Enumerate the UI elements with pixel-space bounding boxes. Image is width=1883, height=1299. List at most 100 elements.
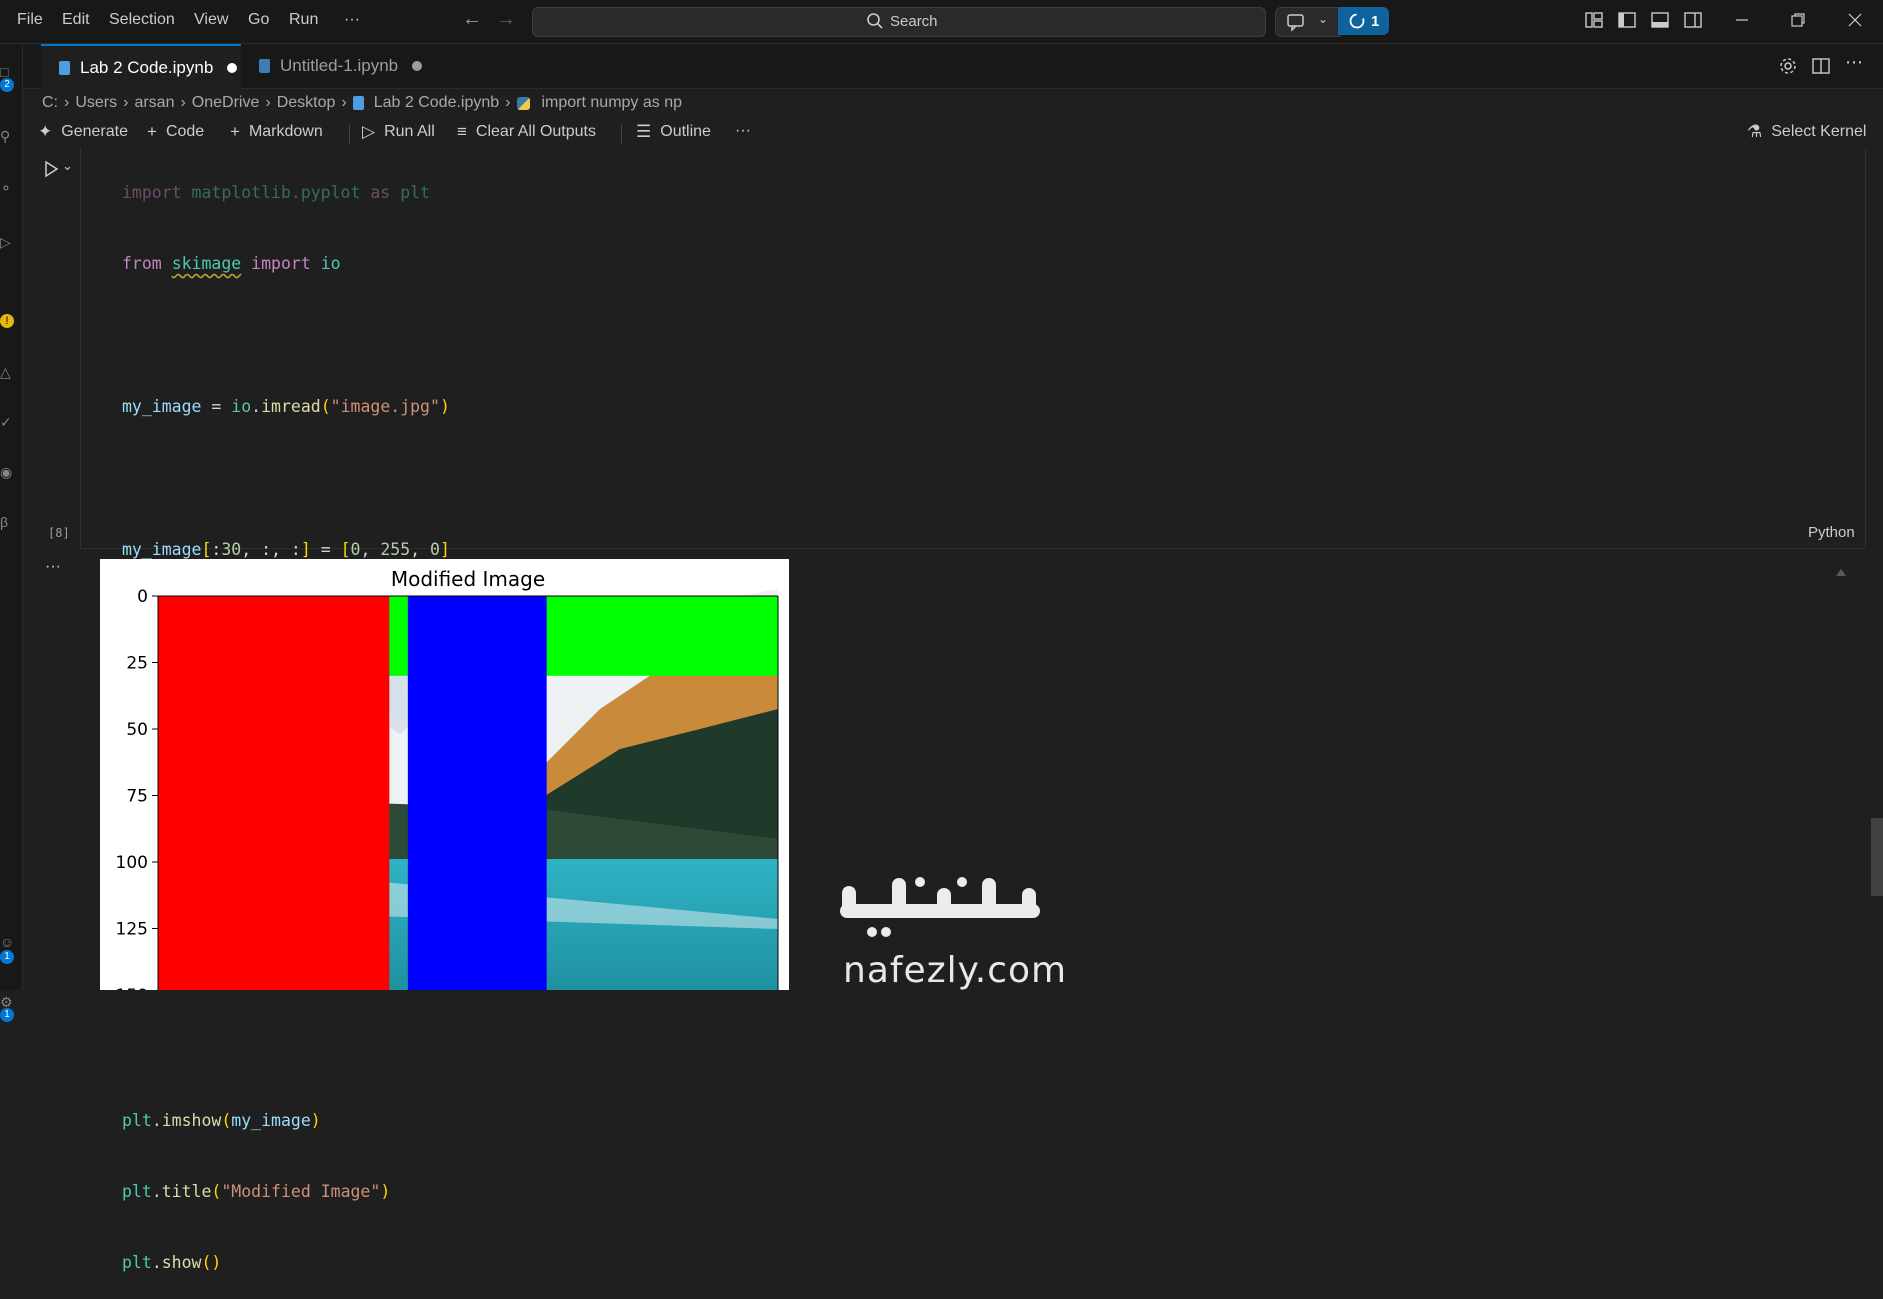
watermark-logo [832, 874, 1052, 949]
plus-icon: + [230, 122, 240, 141]
run-cell-button[interactable]: ⌄ [40, 158, 73, 182]
select-kernel-label: Select Kernel [1771, 123, 1867, 140]
toolbar-more-button[interactable]: ··· [735, 122, 751, 140]
editor-tab-bar: Lab 2 Code.ipynb Untitled-1.ipynb ⋯ [23, 44, 1883, 90]
menu-run[interactable]: Run [289, 11, 318, 29]
warning-icon[interactable]: ! [0, 314, 14, 328]
red-band [158, 596, 390, 990]
toggle-primary-sidebar-icon[interactable] [1617, 10, 1637, 30]
clear-all-icon: ≡ [457, 122, 467, 141]
breadcrumb-drive[interactable]: C: [42, 94, 58, 112]
breadcrumb: C: › Users › arsan › OneDrive › Desktop … [42, 91, 682, 115]
run-debug-icon[interactable]: ▷ [0, 234, 11, 251]
add-code-cell-button[interactable]: + Code [147, 122, 204, 142]
minimize-icon[interactable] [1732, 10, 1752, 30]
copilot-button[interactable]: ⌄ [1275, 7, 1340, 37]
image-area [158, 589, 778, 990]
breadcrumb-onedrive[interactable]: OneDrive [192, 94, 260, 112]
sparkle-icon: ✦ [38, 122, 53, 141]
breadcrumb-arsan[interactable]: arsan [134, 94, 174, 112]
cell-language-label[interactable]: Python [1808, 524, 1855, 541]
tab-lab-2-code[interactable]: Lab 2 Code.ipynb [41, 44, 241, 90]
clear-all-outputs-button[interactable]: ≡ Clear All Outputs [457, 122, 596, 142]
remote-icon[interactable]: ◉ [0, 464, 12, 481]
chevron-right-icon: › [180, 94, 186, 111]
code-label: Code [165, 123, 205, 140]
testing-icon[interactable]: △ [0, 364, 11, 381]
output-menu-button[interactable]: ··· [45, 558, 61, 576]
breadcrumb-cell[interactable]: import numpy as np [542, 94, 683, 112]
python-icon [516, 96, 530, 110]
clear-outputs-label: Clear All Outputs [475, 123, 596, 140]
outline-button[interactable]: ☰ Outline [636, 122, 711, 142]
tab-untitled-1[interactable]: Untitled-1.ipynb [241, 44, 459, 88]
watermark-text: nafezly.com [843, 950, 1068, 991]
output-figure: 0255075100125150175Modified Image [100, 559, 789, 990]
menu-go[interactable]: Go [248, 11, 269, 29]
notebook-file-icon [259, 59, 270, 73]
chevron-down-icon[interactable]: ⌄ [62, 158, 73, 174]
chevron-right-icon: › [123, 94, 129, 111]
scroll-up-arrow-icon[interactable] [1835, 564, 1847, 582]
toggle-secondary-sidebar-icon[interactable] [1683, 10, 1703, 30]
chevron-down-icon[interactable]: ⌄ [1318, 12, 1328, 26]
restore-icon[interactable] [1788, 10, 1808, 30]
forward-arrow-icon[interactable]: → [496, 8, 516, 31]
toggle-panel-icon[interactable] [1650, 10, 1670, 30]
generate-button[interactable]: ✦ Generate [38, 122, 128, 142]
chevron-right-icon: › [505, 94, 511, 111]
notebook-toolbar: ✦ Generate + Code + Markdown ▷ Run All ≡… [23, 118, 1883, 148]
play-icon: ▷ [362, 122, 376, 141]
breadcrumb-file[interactable]: Lab 2 Code.ipynb [374, 94, 499, 112]
scrollbar-thumb[interactable] [1871, 818, 1883, 896]
menu-file[interactable]: File [17, 11, 43, 29]
toolbar-divider [621, 124, 622, 144]
source-control-icon[interactable]: ⚬ [0, 180, 12, 197]
y-tick-label: 0 [137, 587, 148, 607]
chevron-right-icon: › [265, 94, 271, 111]
menu-edit[interactable]: Edit [62, 11, 90, 29]
plus-icon: + [147, 122, 157, 141]
menu-view[interactable]: View [194, 11, 228, 29]
chevron-right-icon: › [341, 94, 347, 111]
command-search-box[interactable]: Search [532, 7, 1266, 37]
split-editor-icon[interactable] [1811, 56, 1831, 81]
accounts-icon[interactable]: ☺ [0, 934, 14, 950]
search-icon [866, 12, 884, 35]
kernel-icon: ⚗ [1747, 122, 1763, 141]
menu-more[interactable]: ··· [344, 11, 360, 29]
gear-icon[interactable] [1778, 56, 1798, 81]
accounts-badge: 1 [0, 950, 14, 964]
sync-status-button[interactable]: 1 [1338, 7, 1389, 35]
back-arrow-icon[interactable]: ← [462, 8, 482, 31]
copilot-chat-icon [1286, 12, 1306, 37]
unsaved-dot-icon[interactable] [227, 63, 238, 73]
y-tick-label: 50 [126, 720, 148, 740]
add-markdown-cell-button[interactable]: + Markdown [230, 122, 323, 142]
y-tick-label: 25 [126, 654, 148, 674]
customize-layout-icon[interactable] [1584, 10, 1604, 30]
list-icon: ☰ [636, 122, 652, 141]
notebook-file-icon [352, 96, 364, 110]
code-line: plt.title("Modified Image") [122, 1182, 391, 1202]
run-all-button[interactable]: ▷ Run All [362, 122, 435, 142]
blue-band [407, 596, 547, 990]
menu-selection[interactable]: Selection [109, 11, 175, 29]
unsaved-dot-icon[interactable] [412, 61, 423, 71]
title-bar: File Edit Selection View Go Run ··· ← → … [0, 0, 1883, 44]
y-tick-label: 150 [116, 986, 148, 990]
markdown-label: Markdown [248, 123, 323, 140]
code-line: my_image[:30, :, :] = [0, 255, 0] [122, 539, 450, 559]
search-view-icon[interactable]: ⚲ [0, 128, 10, 145]
more-label: ··· [735, 122, 751, 139]
more-actions-icon[interactable]: ⋯ [1845, 52, 1863, 73]
extensions-icon[interactable]: ✓ [0, 414, 12, 431]
jupyter-icon[interactable]: β [0, 514, 8, 530]
code-line: import matplotlib.pyplot as plt [122, 182, 430, 202]
breadcrumb-desktop[interactable]: Desktop [277, 94, 336, 112]
select-kernel-button[interactable]: ⚗ Select Kernel [1747, 122, 1866, 142]
code-line: from skimage import io [122, 253, 341, 273]
close-window-icon[interactable] [1845, 10, 1865, 30]
breadcrumb-users[interactable]: Users [75, 94, 117, 112]
